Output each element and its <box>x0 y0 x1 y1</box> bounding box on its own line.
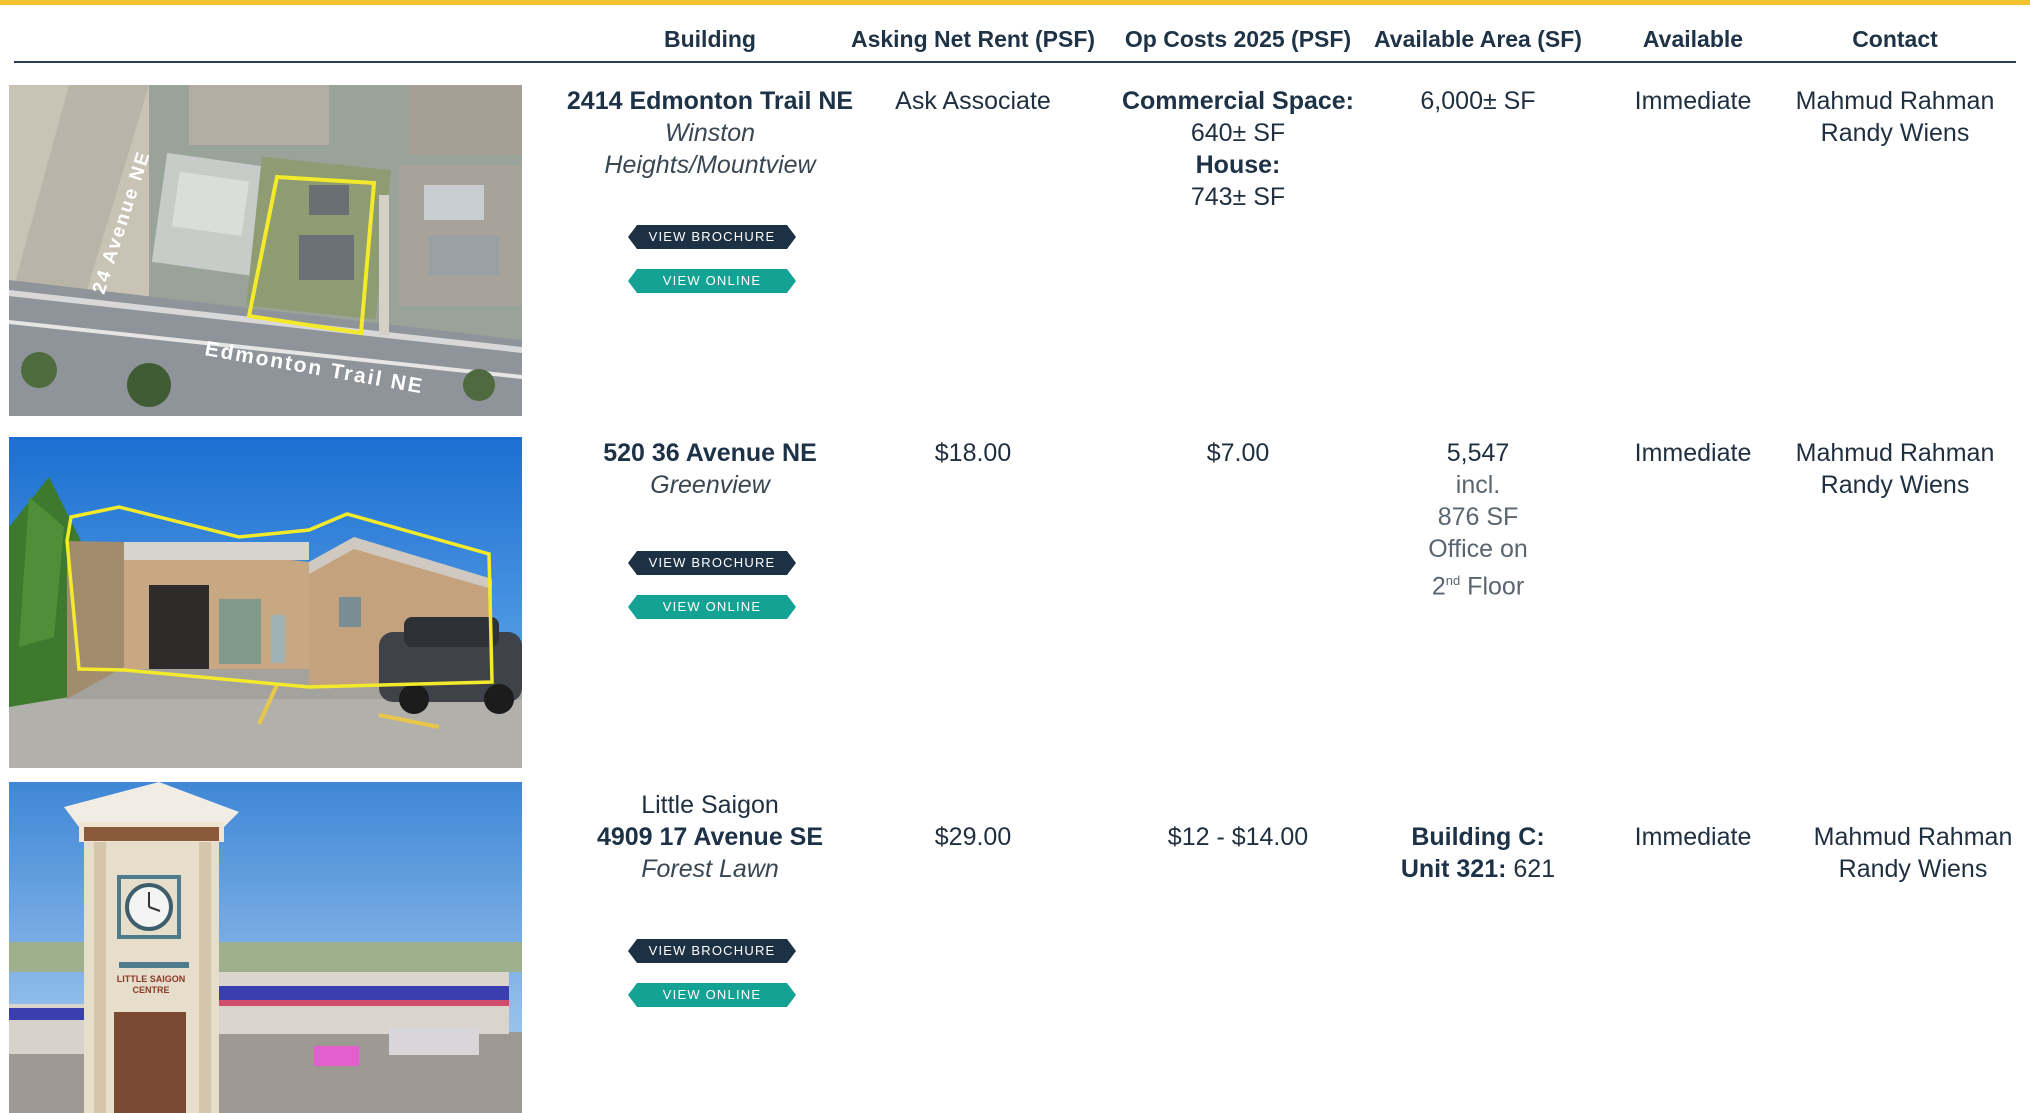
floor-label: Floor <box>1460 572 1525 601</box>
header-contact: Contact <box>1852 26 1938 52</box>
floor-suffix: nd <box>1445 573 1461 588</box>
view-online-button[interactable]: VIEW ONLINE <box>628 983 796 1007</box>
area-detail: Office on <box>1428 535 1528 563</box>
building-neighbourhood: Greenview <box>650 471 770 499</box>
available-area-cell: 5,547 incl. 876 SF Office on 2nd Floor <box>1370 437 1586 602</box>
area-unit-label: Unit 321: <box>1400 855 1507 883</box>
building-neighbourhood: Winston Heights/Mountview <box>604 119 816 179</box>
view-brochure-button[interactable]: VIEW BROCHURE <box>628 225 796 249</box>
op-costs-value: $7.00 <box>1206 439 1270 467</box>
listing-photo-aerial: 24 Avenue NE Edmonton Trail NE <box>9 85 522 416</box>
contact-cell: Mahmud Rahman Randy Wiens <box>1808 821 2018 885</box>
op-costs-cell: Commercial Space: 640± SF House: 743± SF <box>1116 85 1360 213</box>
building-address: 2414 Edmonton Trail NE <box>566 87 854 115</box>
building-cell: 2414 Edmonton Trail NE Winston Heights/M… <box>560 85 860 181</box>
available-area-value: 6,000± SF <box>1420 87 1536 115</box>
op-cost-value: 640± SF <box>1190 119 1286 147</box>
building-address: 4909 17 Avenue SE <box>596 823 824 851</box>
asking-rent-value: $29.00 <box>934 823 1012 851</box>
header-available: Available <box>1642 26 1744 52</box>
building-name: Little Saigon <box>641 791 779 819</box>
contact-cell: Mahmud Rahman Randy Wiens <box>1790 85 2000 149</box>
building-address: 520 36 Avenue NE <box>603 439 817 467</box>
op-cost-label: House: <box>1195 151 1281 179</box>
listing-photo-building <box>9 437 522 768</box>
availability-value: Immediate <box>1634 87 1752 115</box>
available-area-cell: Building C: Unit 321: 621 <box>1370 821 1586 885</box>
op-cost-value: 743± SF <box>1190 183 1286 211</box>
contact-name: Randy Wiens <box>1820 471 1970 499</box>
contact-name: Randy Wiens <box>1838 855 1988 883</box>
area-unit-line: Unit 321: 621 <box>1370 853 1586 885</box>
contact-cell: Mahmud Rahman Randy Wiens <box>1790 437 2000 501</box>
view-brochure-button[interactable]: VIEW BROCHURE <box>628 939 796 963</box>
contact-name: Mahmud Rahman <box>1795 439 1995 467</box>
asking-rent-value: Ask Associate <box>895 87 1051 115</box>
view-brochure-button[interactable]: VIEW BROCHURE <box>628 551 796 575</box>
op-cost-label: Commercial Space: <box>1121 87 1355 115</box>
contact-name: Mahmud Rahman <box>1813 823 2013 851</box>
header-building: Building <box>664 26 756 52</box>
header-available-area: Available Area (SF) <box>1374 26 1582 52</box>
top-accent-bar <box>0 0 2030 5</box>
asking-rent-value: $18.00 <box>934 439 1012 467</box>
area-detail-floor: 2nd Floor <box>1370 565 1586 602</box>
availability-value: Immediate <box>1634 439 1752 467</box>
building-neighbourhood: Forest Lawn <box>641 855 779 883</box>
building-cell: 520 36 Avenue NE Greenview <box>560 437 860 501</box>
area-detail: 876 SF <box>1437 503 1519 531</box>
building-cell: Little Saigon 4909 17 Avenue SE Forest L… <box>560 789 860 885</box>
sign-text: LITTLE SAIGON <box>117 974 186 984</box>
header-divider <box>14 61 2016 63</box>
view-online-button[interactable]: VIEW ONLINE <box>628 595 796 619</box>
floor-number: 2 <box>1431 572 1446 601</box>
op-costs-value: $12 - $14.00 <box>1167 823 1309 851</box>
area-building-label: Building C: <box>1411 823 1545 851</box>
area-unit-value: 621 <box>1506 855 1556 883</box>
sign-text: CENTRE <box>132 985 169 995</box>
header-asking-net-rent: Asking Net Rent (PSF) <box>850 26 1096 52</box>
header-op-costs: Op Costs 2025 (PSF) <box>1124 26 1352 52</box>
contact-name: Randy Wiens <box>1820 119 1970 147</box>
availability-value: Immediate <box>1634 823 1752 851</box>
area-total: 5,547 <box>1446 439 1510 467</box>
area-detail: incl. <box>1455 471 1501 499</box>
contact-name: Mahmud Rahman <box>1795 87 1995 115</box>
view-online-button[interactable]: VIEW ONLINE <box>628 269 796 293</box>
listing-photo-plaza: LITTLE SAIGON CENTRE <box>9 782 522 1113</box>
